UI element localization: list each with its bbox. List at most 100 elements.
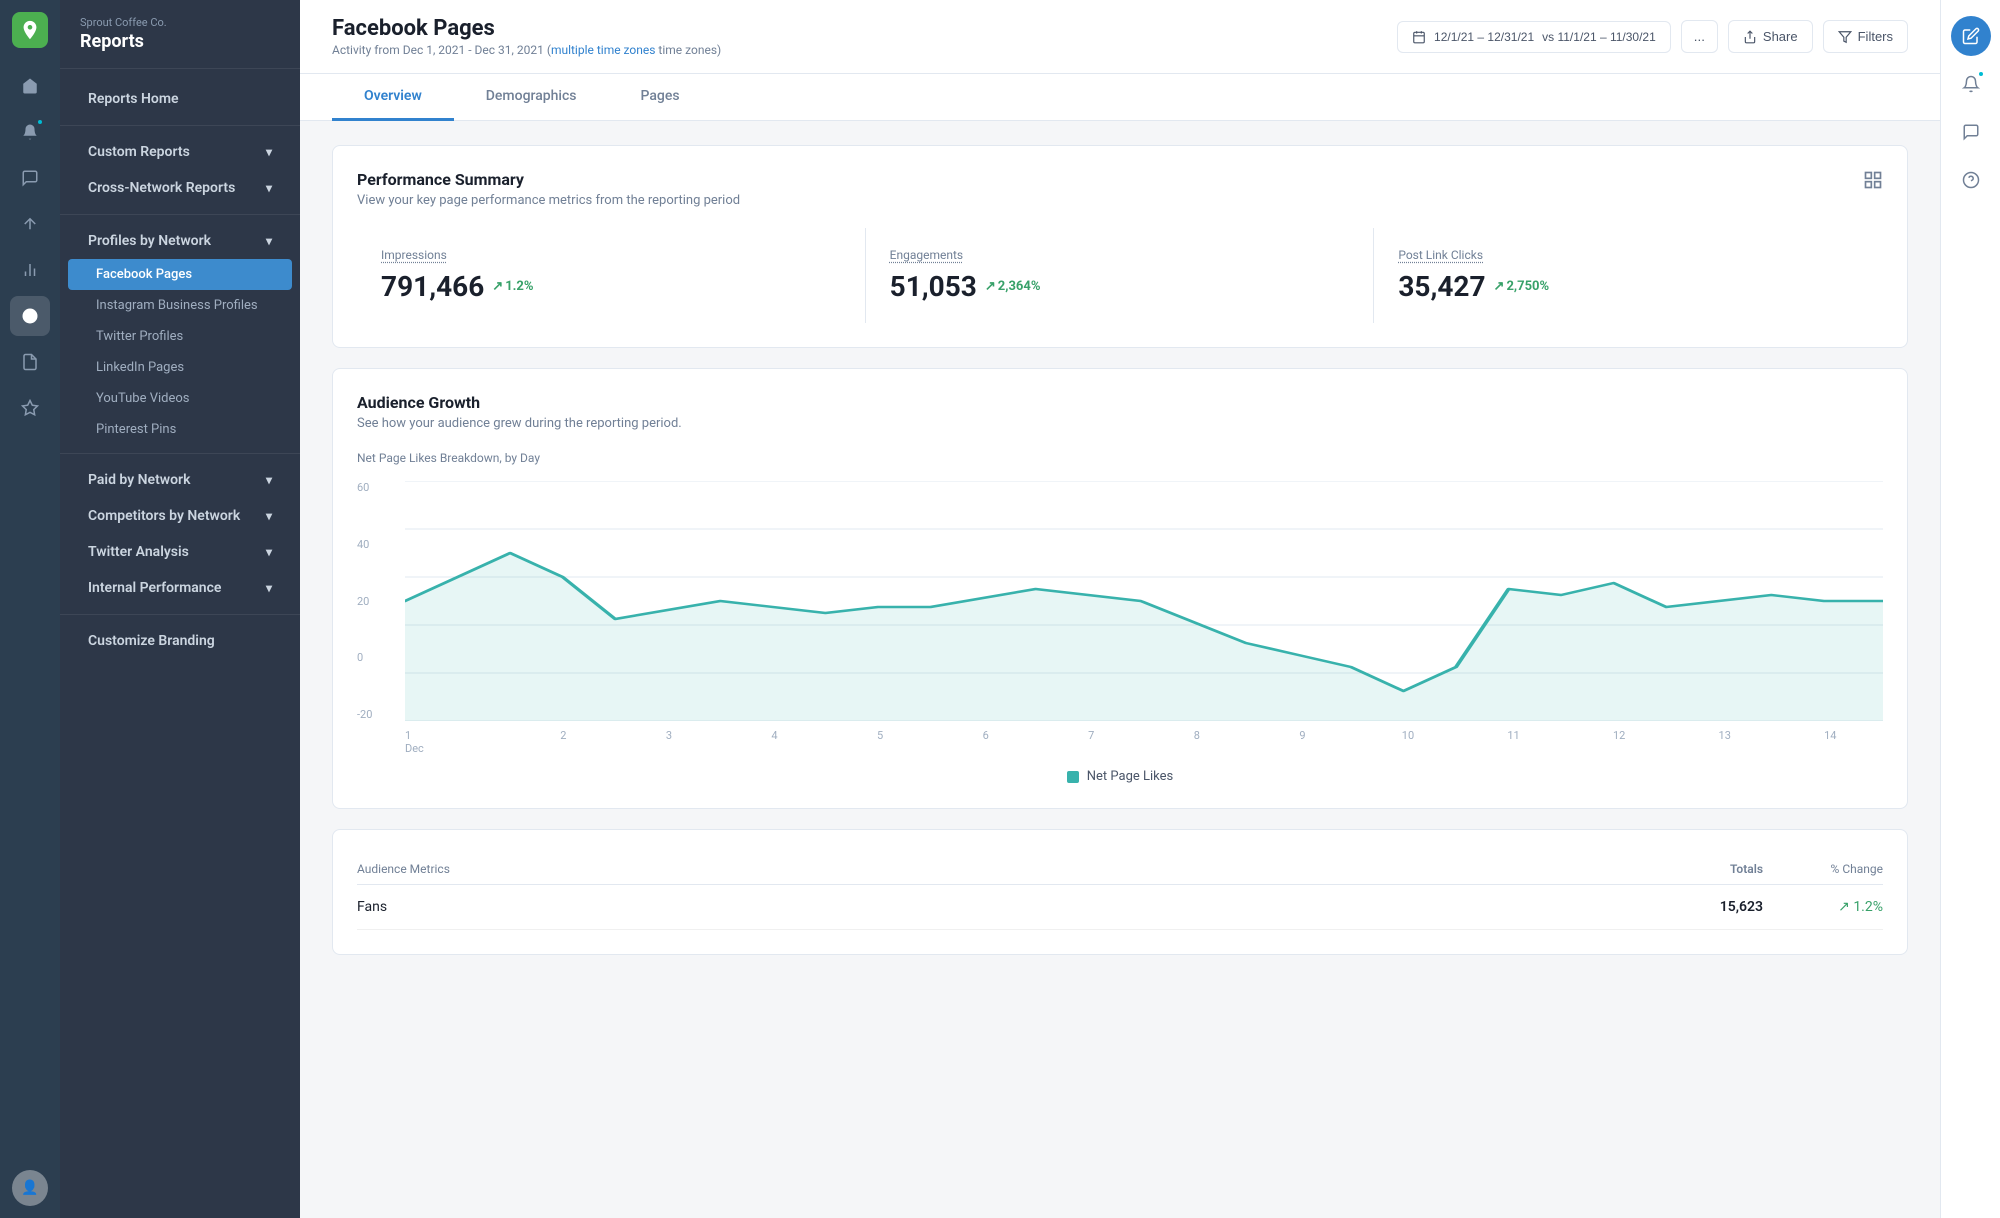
audience-growth-card: Audience Growth See how your audience gr… <box>332 368 1908 809</box>
help-icon[interactable] <box>1951 160 1991 200</box>
icon-rail: 👤 <box>0 0 60 1218</box>
sidebar-item-facebook-pages[interactable]: Facebook Pages <box>68 259 292 290</box>
sidebar-item-customize-branding[interactable]: Customize Branding <box>68 623 292 659</box>
main-content: Facebook Pages Activity from Dec 1, 2021… <box>300 0 1940 1218</box>
chat-icon[interactable] <box>1951 112 1991 152</box>
audience-metrics-card: Audience Metrics Totals % Change Fans 15… <box>332 829 1908 955</box>
performance-summary-card: Performance Summary View your key page p… <box>332 145 1908 348</box>
impressions-change: ↗ 1.2% <box>492 279 533 294</box>
post-link-clicks-value: 35,427 ↗ 2,750% <box>1398 270 1859 303</box>
nav-publish-icon[interactable] <box>10 204 50 244</box>
header-actions: 12/1/21 – 12/31/21 vs 11/1/21 – 11/30/21… <box>1397 20 1908 53</box>
sidebar: Sprout Coffee Co. Reports Reports Home C… <box>60 0 300 1218</box>
customize-branding-label: Customize Branding <box>88 633 215 649</box>
page-subtitle: Activity from Dec 1, 2021 - Dec 31, 2021… <box>332 43 1381 57</box>
impressions-value: 791,466 ↗ 1.2% <box>381 270 841 303</box>
competitors-label: Competitors by Network <box>88 508 240 524</box>
sidebar-item-paid-by-network[interactable]: Paid by Network ▾ <box>68 462 292 498</box>
reports-home-label: Reports Home <box>88 91 179 107</box>
nav-star-icon[interactable] <box>10 388 50 428</box>
pinterest-label: Pinterest Pins <box>96 422 176 437</box>
page-title: Facebook Pages <box>332 16 1381 41</box>
compose-button[interactable] <box>1951 16 1991 56</box>
sidebar-item-linkedin[interactable]: LinkedIn Pages <box>68 352 292 383</box>
row-fans-name: Fans <box>357 899 1643 915</box>
sidebar-item-cross-network[interactable]: Cross-Network Reports ▾ <box>68 170 292 206</box>
chart-y-labels: 60 40 20 0 -20 <box>357 481 397 721</box>
chart-svg-area <box>405 481 1883 721</box>
sidebar-item-twitter-analysis[interactable]: Twitter Analysis ▾ <box>68 534 292 570</box>
user-avatar[interactable]: 👤 <box>12 1170 48 1206</box>
nav-tasks-icon[interactable] <box>10 342 50 382</box>
internal-performance-label: Internal Performance <box>88 580 221 596</box>
chart-x-labels: 1Dec 2 3 4 5 6 7 8 9 10 11 12 13 14 <box>405 721 1883 761</box>
page-header: Facebook Pages Activity from Dec 1, 2021… <box>300 0 1940 74</box>
cross-network-label: Cross-Network Reports <box>88 180 235 196</box>
twitter-profiles-label: Twitter Profiles <box>96 329 183 344</box>
performance-summary-header: Performance Summary View your key page p… <box>357 170 1883 208</box>
sidebar-item-instagram[interactable]: Instagram Business Profiles <box>68 290 292 321</box>
tab-bar: Overview Demographics Pages <box>300 74 1940 121</box>
youtube-label: YouTube Videos <box>96 391 190 406</box>
sidebar-item-pinterest[interactable]: Pinterest Pins <box>68 414 292 445</box>
notification-badge <box>36 118 44 126</box>
instagram-label: Instagram Business Profiles <box>96 298 258 313</box>
date-current: 12/1/21 – 12/31/21 <box>1434 30 1534 44</box>
metrics-grid: Impressions 791,466 ↗ 1.2% Engagements 5… <box>357 228 1883 323</box>
notification-badge <box>1977 70 1985 78</box>
date-vs: vs 11/1/21 – 11/30/21 <box>1542 30 1656 44</box>
nav-reports-icon[interactable] <box>10 296 50 336</box>
nav-notifications-icon[interactable] <box>10 112 50 152</box>
metric-impressions: Impressions 791,466 ↗ 1.2% <box>357 228 866 323</box>
tab-demographics[interactable]: Demographics <box>454 74 609 121</box>
nav-home-icon[interactable] <box>10 66 50 106</box>
nav-messages-icon[interactable] <box>10 158 50 198</box>
paid-by-network-label: Paid by Network <box>88 472 190 488</box>
sidebar-item-competitors[interactable]: Competitors by Network ▾ <box>68 498 292 534</box>
chart-container: 60 40 20 0 -20 <box>357 481 1883 761</box>
sidebar-item-twitter-profiles[interactable]: Twitter Profiles <box>68 321 292 352</box>
up-arrow-icon: ↗ <box>1494 279 1505 294</box>
sidebar-header: Sprout Coffee Co. Reports <box>60 0 300 69</box>
tab-overview[interactable]: Overview <box>332 74 454 121</box>
nav-analytics-icon[interactable] <box>10 250 50 290</box>
linkedin-label: LinkedIn Pages <box>96 360 184 375</box>
row-fans-change: ↗ 1.2% <box>1763 899 1883 915</box>
engagements-value: 51,053 ↗ 2,364% <box>890 270 1350 303</box>
nav-divider-2 <box>60 214 300 215</box>
table-header: Audience Metrics Totals % Change <box>357 854 1883 885</box>
calendar-icon <box>1412 30 1426 44</box>
post-link-clicks-label: Post Link Clicks <box>1398 248 1859 262</box>
tab-pages[interactable]: Pages <box>609 74 712 121</box>
engagements-change: ↗ 2,364% <box>985 279 1041 294</box>
row-fans-total: 15,623 <box>1643 899 1763 915</box>
col-header-totals: Totals <box>1643 862 1763 876</box>
right-rail <box>1940 0 2000 1218</box>
date-range-button[interactable]: 12/1/21 – 12/31/21 vs 11/1/21 – 11/30/21 <box>1397 21 1671 53</box>
share-button[interactable]: Share <box>1728 20 1813 53</box>
line-chart <box>405 481 1883 721</box>
filters-button[interactable]: Filters <box>1823 20 1908 53</box>
performance-summary-title: Performance Summary <box>357 170 740 189</box>
chevron-down-icon: ▾ <box>266 545 272 559</box>
bell-icon[interactable] <box>1951 64 1991 104</box>
sidebar-item-reports-home[interactable]: Reports Home <box>68 81 292 117</box>
table-view-icon[interactable] <box>1863 170 1883 194</box>
legend-label: Net Page Likes <box>1087 769 1174 784</box>
timezone-link[interactable]: multiple time zones <box>551 43 656 57</box>
filter-icon <box>1838 30 1852 44</box>
sidebar-item-internal-performance[interactable]: Internal Performance ▾ <box>68 570 292 606</box>
up-arrow-icon: ↗ <box>985 279 996 294</box>
share-icon <box>1743 30 1757 44</box>
performance-summary-subtitle: View your key page performance metrics f… <box>357 193 740 208</box>
chevron-down-icon: ▾ <box>266 234 272 248</box>
nav-divider <box>60 125 300 126</box>
metric-engagements: Engagements 51,053 ↗ 2,364% <box>866 228 1375 323</box>
sidebar-item-profiles-by-network[interactable]: Profiles by Network ▾ <box>68 223 292 259</box>
audience-growth-subtitle: See how your audience grew during the re… <box>357 416 682 431</box>
sidebar-item-youtube[interactable]: YouTube Videos <box>68 383 292 414</box>
more-options-button[interactable]: ... <box>1681 20 1718 53</box>
sidebar-nav: Reports Home Custom Reports ▾ Cross-Netw… <box>60 69 300 671</box>
sidebar-item-custom-reports[interactable]: Custom Reports ▾ <box>68 134 292 170</box>
chevron-down-icon: ▾ <box>266 581 272 595</box>
